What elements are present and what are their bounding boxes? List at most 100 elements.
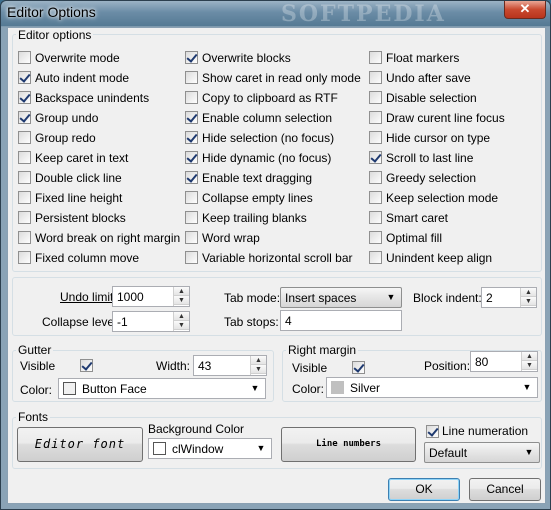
option-row[interactable]: Enable text dragging: [185, 171, 312, 187]
option-row[interactable]: Undo after save: [369, 71, 471, 87]
option-checkbox[interactable]: [18, 51, 31, 64]
line-numbers-button[interactable]: Line numbers: [281, 427, 416, 462]
close-button[interactable]: ✕: [504, 1, 546, 19]
option-checkbox[interactable]: [369, 231, 382, 244]
gutter-width-spinner[interactable]: 43 ▲ ▼: [193, 355, 267, 376]
option-row[interactable]: Disable selection: [369, 91, 477, 107]
option-checkbox[interactable]: [18, 251, 31, 264]
option-checkbox[interactable]: [18, 191, 31, 204]
option-row[interactable]: Enable column selection: [185, 111, 332, 127]
option-checkbox[interactable]: [369, 91, 382, 104]
spin-up-icon[interactable]: ▲: [251, 356, 266, 365]
line-numeration-checkbox[interactable]: [426, 425, 439, 438]
option-row[interactable]: Keep selection mode: [369, 191, 498, 207]
cancel-button[interactable]: Cancel: [469, 478, 541, 501]
option-row[interactable]: Double click line: [18, 171, 122, 187]
option-row[interactable]: Unindent keep align: [369, 251, 492, 267]
option-row[interactable]: Fixed column move: [18, 251, 139, 267]
right-margin-position-spinner[interactable]: 80 ▲ ▼: [470, 351, 538, 372]
option-row[interactable]: Overwrite blocks: [185, 51, 291, 67]
collapse-level-arrows[interactable]: ▲ ▼: [173, 312, 189, 331]
option-checkbox[interactable]: [369, 131, 382, 144]
option-checkbox[interactable]: [185, 51, 198, 64]
option-checkbox[interactable]: [18, 231, 31, 244]
spin-down-icon[interactable]: ▼: [251, 365, 266, 374]
option-checkbox[interactable]: [185, 91, 198, 104]
option-checkbox[interactable]: [18, 111, 31, 124]
option-checkbox[interactable]: [369, 51, 382, 64]
title-bar[interactable]: Editor Options SOFTPEDIA ✕: [1, 1, 550, 27]
option-checkbox[interactable]: [369, 151, 382, 164]
undo-limit-spinner[interactable]: 1000 ▲ ▼: [112, 286, 190, 307]
option-checkbox[interactable]: [185, 111, 198, 124]
option-row[interactable]: Hide cursor on type: [369, 131, 490, 147]
option-checkbox[interactable]: [185, 151, 198, 164]
block-indent-spinner[interactable]: 2 ▲ ▼: [481, 287, 537, 308]
option-checkbox[interactable]: [369, 171, 382, 184]
option-checkbox[interactable]: [18, 151, 31, 164]
option-row[interactable]: Keep trailing blanks: [185, 211, 307, 227]
option-row[interactable]: Group redo: [18, 131, 96, 147]
option-row[interactable]: Smart caret: [369, 211, 448, 227]
option-row[interactable]: Draw curent line focus: [369, 111, 505, 127]
option-row[interactable]: Fixed line height: [18, 191, 122, 207]
spin-up-icon[interactable]: ▲: [521, 288, 536, 297]
option-checkbox[interactable]: [18, 171, 31, 184]
spin-up-icon[interactable]: ▲: [522, 352, 537, 361]
option-row[interactable]: Keep caret in text: [18, 151, 128, 167]
option-checkbox[interactable]: [185, 211, 198, 224]
option-checkbox[interactable]: [369, 191, 382, 204]
option-row[interactable]: Hide selection (no focus): [185, 131, 334, 147]
spin-up-icon[interactable]: ▲: [174, 312, 189, 321]
option-checkbox[interactable]: [369, 111, 382, 124]
background-color-select[interactable]: clWindow ▼: [148, 438, 272, 459]
option-checkbox[interactable]: [18, 131, 31, 144]
option-row[interactable]: Overwrite mode: [18, 51, 120, 67]
right-margin-position-arrows[interactable]: ▲ ▼: [521, 352, 537, 371]
spin-down-icon[interactable]: ▼: [521, 297, 536, 306]
spin-down-icon[interactable]: ▼: [522, 361, 537, 370]
option-checkbox[interactable]: [185, 251, 198, 264]
tab-mode-select[interactable]: Insert spaces ▼: [280, 287, 402, 308]
option-checkbox[interactable]: [18, 91, 31, 104]
option-checkbox[interactable]: [369, 251, 382, 264]
option-checkbox[interactable]: [185, 171, 198, 184]
option-row[interactable]: Word wrap: [185, 231, 260, 247]
option-checkbox[interactable]: [18, 71, 31, 84]
right-margin-color-select[interactable]: Silver ▼: [326, 377, 538, 398]
gutter-width-arrows[interactable]: ▲ ▼: [250, 356, 266, 375]
option-checkbox[interactable]: [185, 231, 198, 244]
option-row[interactable]: Word break on right margin: [18, 231, 180, 247]
option-row[interactable]: Show caret in read only mode: [185, 71, 361, 87]
option-row[interactable]: Persistent blocks: [18, 211, 126, 227]
option-row[interactable]: Group undo: [18, 111, 98, 127]
editor-font-button[interactable]: Editor font: [17, 427, 143, 462]
gutter-visible-checkbox[interactable]: [80, 359, 93, 372]
option-row[interactable]: Optimal fill: [369, 231, 442, 247]
option-row[interactable]: Variable horizontal scroll bar: [185, 251, 353, 267]
spin-down-icon[interactable]: ▼: [174, 321, 189, 330]
spin-up-icon[interactable]: ▲: [174, 287, 189, 296]
spin-down-icon[interactable]: ▼: [174, 296, 189, 305]
gutter-color-select[interactable]: Button Face ▼: [58, 378, 266, 399]
option-row[interactable]: Collapse empty lines: [185, 191, 313, 207]
right-margin-visible-checkbox[interactable]: [352, 361, 365, 374]
option-row[interactable]: Copy to clipboard as RTF: [185, 91, 338, 107]
option-row[interactable]: Scroll to last line: [369, 151, 473, 167]
option-checkbox[interactable]: [185, 191, 198, 204]
option-row[interactable]: Greedy selection: [369, 171, 476, 187]
option-checkbox[interactable]: [369, 71, 382, 84]
option-row[interactable]: Auto indent mode: [18, 71, 129, 87]
tab-stops-input[interactable]: 4: [280, 310, 402, 331]
block-indent-arrows[interactable]: ▲ ▼: [520, 288, 536, 307]
option-row[interactable]: Hide dynamic (no focus): [185, 151, 331, 167]
option-checkbox[interactable]: [185, 71, 198, 84]
option-checkbox[interactable]: [18, 211, 31, 224]
option-row[interactable]: Float markers: [369, 51, 459, 67]
ok-button[interactable]: OK: [388, 478, 460, 501]
line-numeration-select[interactable]: Default ▼: [424, 442, 540, 463]
option-row[interactable]: Backspace unindents: [18, 91, 149, 107]
option-checkbox[interactable]: [369, 211, 382, 224]
undo-limit-arrows[interactable]: ▲ ▼: [173, 287, 189, 306]
collapse-level-spinner[interactable]: -1 ▲ ▼: [112, 311, 190, 332]
